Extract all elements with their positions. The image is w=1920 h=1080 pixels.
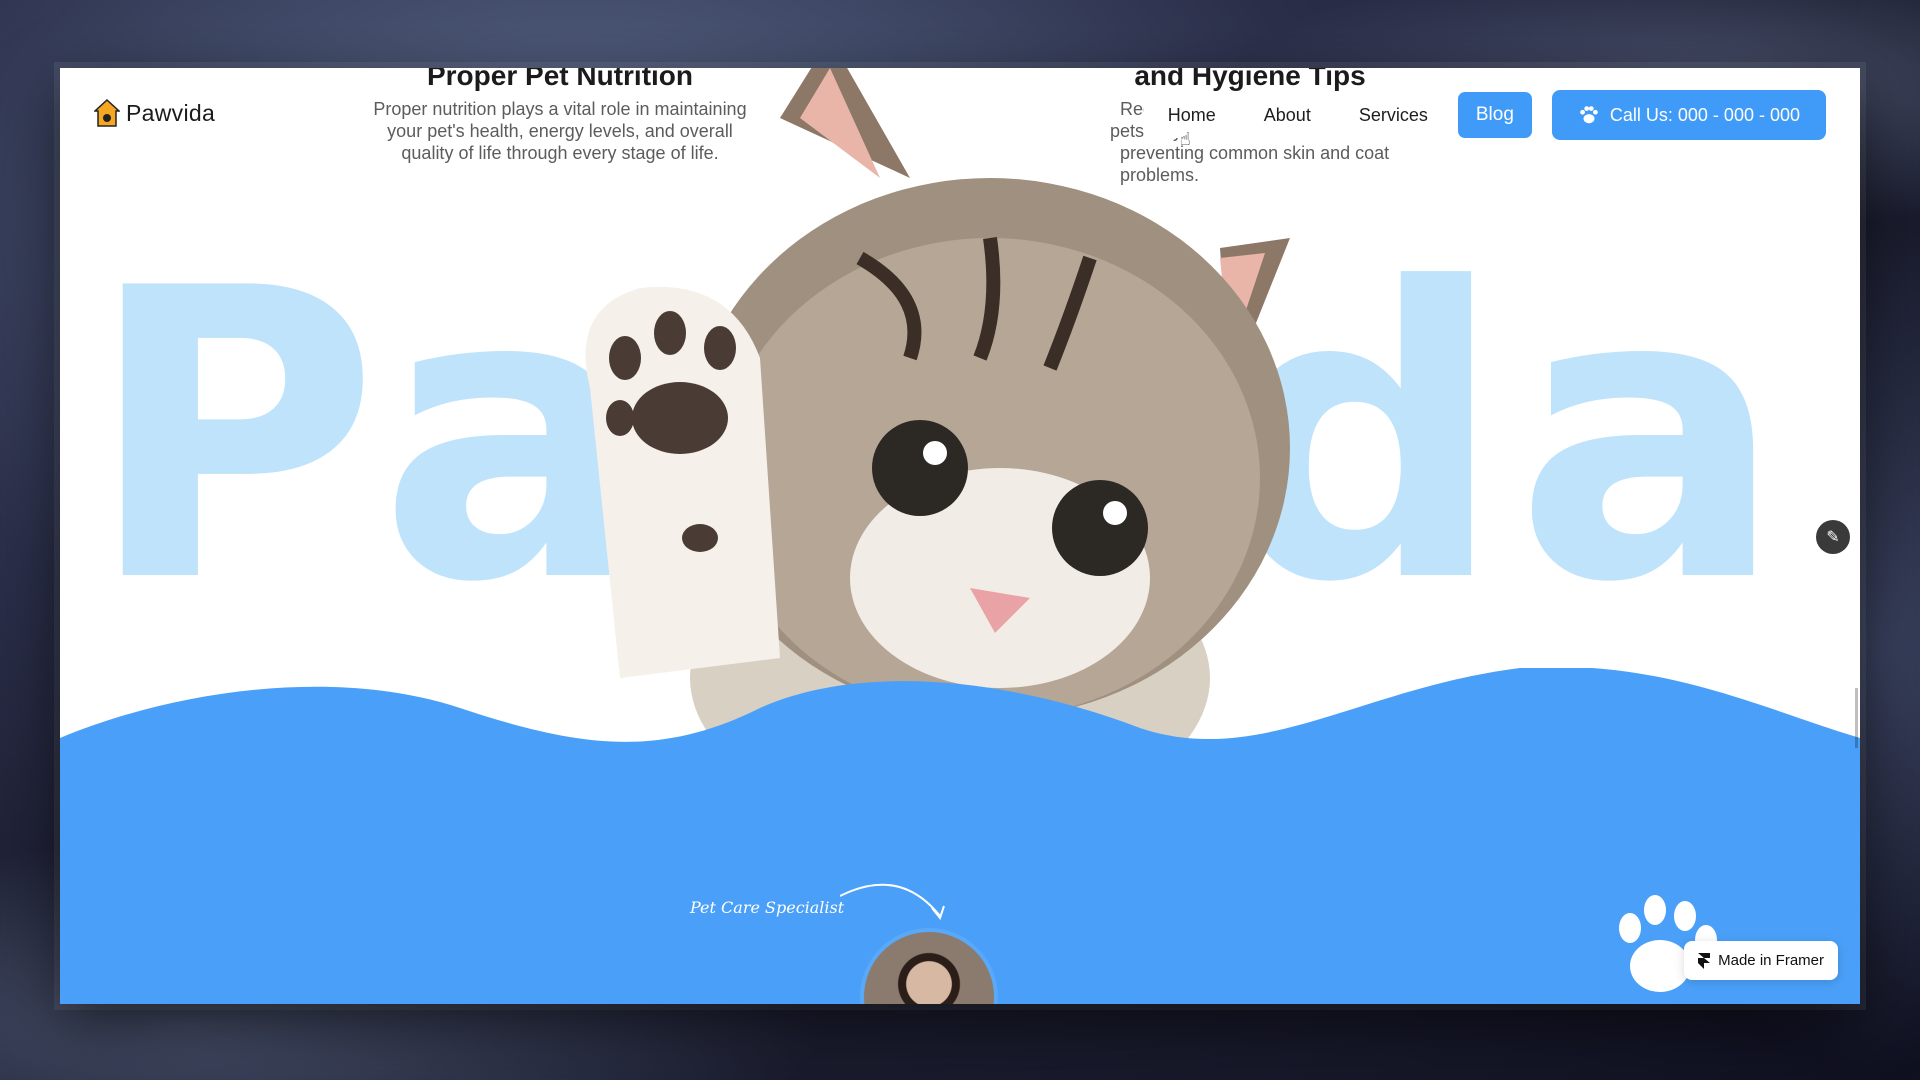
brand-logo[interactable]: Pawvida: [94, 98, 215, 128]
blog-button[interactable]: Blog: [1457, 92, 1532, 138]
article-line: quality of life through every stage of l…: [401, 143, 719, 163]
article-line: your pet's health, energy levels, and ov…: [387, 121, 733, 141]
framer-logo-icon: [1698, 952, 1711, 969]
article-line: preventing common skin and coat problems…: [1120, 143, 1390, 185]
article-body: Proper nutrition plays a vital role in m…: [350, 98, 770, 164]
nav-home[interactable]: Home ☝: [1143, 92, 1240, 149]
curved-arrow-icon: [840, 883, 945, 921]
call-us-button[interactable]: Call Us: 000 - 000 - 000: [1551, 90, 1826, 140]
article-title: Proper Pet Nutrition: [426, 68, 693, 91]
article-line: Proper nutrition plays a vital role in m…: [373, 99, 747, 119]
hand-cursor-icon: ☝: [1179, 128, 1191, 149]
nav-about[interactable]: About: [1239, 92, 1335, 138]
brand-name: Pawvida: [126, 99, 216, 126]
made-in-framer-badge[interactable]: Made in Framer: [1684, 941, 1838, 980]
browser-viewport: Pa da Pawvida Proper Pet Nutrition Prope…: [60, 68, 1860, 1004]
main-navigation: Home ☝ About Services Blog Call Us: 000 …: [1143, 90, 1826, 149]
pet-care-specialist-label: Pet Care Specialist: [690, 898, 845, 917]
made-in-framer-label: Made in Framer: [1718, 952, 1824, 969]
article-nutrition: Proper Pet Nutrition Proper nutrition pl…: [350, 68, 770, 164]
article-title: and Hygiene Tips: [1134, 68, 1366, 91]
nav-services[interactable]: Services: [1334, 92, 1452, 138]
house-paw-icon: [94, 98, 120, 127]
scrollbar[interactable]: [1855, 688, 1858, 748]
pencil-icon[interactable]: ✎: [1816, 520, 1850, 554]
nav-home-label: Home: [1167, 104, 1216, 125]
call-us-label: Call Us: 000 - 000 - 000: [1609, 104, 1800, 125]
paw-icon: [1580, 106, 1598, 124]
